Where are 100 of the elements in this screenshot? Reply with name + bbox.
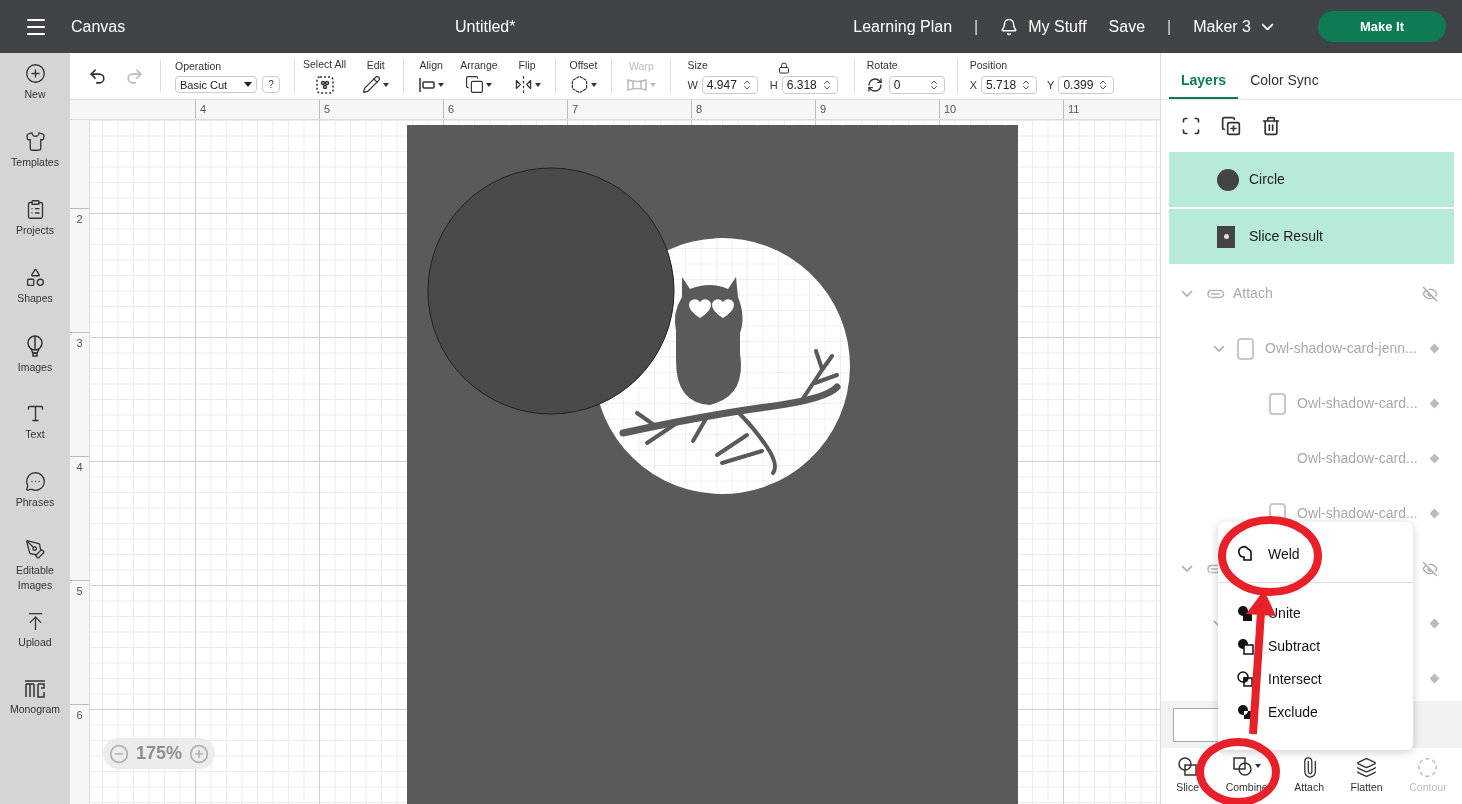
layer-name: Owl-shadow-card-jenn... bbox=[1265, 339, 1417, 358]
flatten-icon bbox=[1356, 756, 1378, 778]
flip-icon bbox=[513, 75, 533, 95]
layer-name: Slice Result bbox=[1249, 227, 1323, 246]
separator: | bbox=[1167, 16, 1172, 37]
toolbar-tool[interactable]: Arrange bbox=[452, 57, 506, 95]
layer-action-button[interactable]: Attach bbox=[1294, 756, 1324, 796]
warp-icon bbox=[626, 76, 649, 93]
delete-icon[interactable] bbox=[1261, 116, 1281, 136]
help-button[interactable]: ? bbox=[262, 76, 280, 94]
monogram-icon bbox=[23, 679, 47, 699]
chevron-down-icon bbox=[1261, 22, 1274, 31]
slice-thumbnail bbox=[1217, 225, 1235, 248]
toolbar-tool[interactable]: Offset bbox=[561, 57, 606, 95]
card-mat[interactable] bbox=[407, 125, 1018, 804]
make-it-button[interactable]: Make It bbox=[1318, 11, 1446, 42]
ruler-label: 7 bbox=[572, 103, 579, 115]
rotate-label: Rotate bbox=[866, 58, 899, 74]
document-title: Untitled* bbox=[455, 16, 516, 37]
toolbar-tool[interactable]: Select All bbox=[295, 57, 355, 95]
separator: | bbox=[974, 16, 979, 37]
sidebar-item[interactable]: Text bbox=[0, 403, 70, 471]
menu-item[interactable]: Subtract bbox=[1218, 630, 1413, 663]
y-label: Y bbox=[1047, 77, 1055, 93]
ruler-label: 9 bbox=[820, 103, 827, 115]
x-label: X bbox=[969, 77, 978, 93]
rotate-field[interactable]: 0 bbox=[888, 75, 945, 94]
sidebar-item[interactable]: New bbox=[0, 63, 70, 131]
menu-item[interactable]: Intersect bbox=[1218, 663, 1413, 696]
nav-link[interactable]: My Stuff bbox=[1028, 14, 1087, 39]
sidebar-item[interactable]: Shapes bbox=[0, 267, 70, 335]
add-icon bbox=[24, 63, 46, 84]
ruler-label: 10 bbox=[944, 103, 957, 115]
undo-icon[interactable] bbox=[88, 66, 107, 86]
nav-link[interactable]: Save bbox=[1108, 14, 1146, 39]
branch-drawing[interactable] bbox=[619, 349, 841, 475]
sidebar-item[interactable]: Templates bbox=[0, 131, 70, 199]
shirt-icon bbox=[24, 131, 46, 152]
toolbar-tool[interactable]: Flip bbox=[505, 57, 549, 95]
layer-action-button[interactable]: Combine bbox=[1225, 756, 1268, 796]
menu-item[interactable]: Exclude bbox=[1218, 696, 1413, 729]
app-title: Canvas bbox=[71, 16, 126, 37]
group-icon[interactable] bbox=[1181, 116, 1201, 136]
ruler-label: 5 bbox=[76, 585, 83, 597]
layer-row[interactable]: Circle bbox=[1169, 152, 1454, 207]
shapes-icon bbox=[24, 267, 46, 288]
balloon-icon bbox=[25, 335, 45, 357]
ruler-label: 6 bbox=[448, 103, 455, 115]
combine-icon bbox=[1231, 756, 1262, 779]
ruler-label: 4 bbox=[76, 461, 83, 473]
pen-tool-icon bbox=[24, 539, 46, 560]
lock-icon[interactable] bbox=[777, 61, 790, 74]
layer-name: Owl-shadow-card... bbox=[1297, 449, 1418, 468]
contour-icon bbox=[1417, 756, 1439, 778]
ruler-label: 5 bbox=[324, 103, 331, 115]
machine-dropdown[interactable]: Maker 3 bbox=[1193, 14, 1274, 39]
layer-name: Owl-shadow-card... bbox=[1297, 504, 1418, 523]
select-all-icon bbox=[314, 74, 335, 95]
owl-drawing[interactable] bbox=[674, 277, 743, 405]
color-swatch[interactable] bbox=[1173, 707, 1219, 742]
pencil-icon bbox=[362, 75, 382, 95]
operation-dropdown[interactable]: Basic Cut bbox=[175, 76, 257, 94]
y-field[interactable]: 0.399 bbox=[1058, 75, 1115, 94]
sidebar-item[interactable]: Monogram bbox=[0, 679, 70, 747]
width-field[interactable]: 4.947 bbox=[701, 75, 758, 94]
sidebar-item[interactable]: Editable Images bbox=[0, 539, 70, 611]
bell-icon[interactable] bbox=[1000, 17, 1019, 36]
subtract-icon bbox=[1236, 636, 1256, 657]
layer-name: Circle bbox=[1249, 170, 1285, 189]
operation-label: Operation bbox=[175, 58, 223, 74]
position-label: Position bbox=[969, 58, 1009, 74]
panel-tab[interactable]: Layers bbox=[1169, 63, 1239, 99]
rotate-icon bbox=[866, 76, 883, 93]
layer-action-button[interactable]: Slice bbox=[1176, 756, 1200, 796]
toolbar-tool[interactable]: Align bbox=[410, 58, 453, 94]
offset-icon bbox=[569, 75, 589, 95]
height-field[interactable]: 6.318 bbox=[781, 75, 838, 94]
sidebar-item[interactable]: Upload bbox=[0, 611, 70, 679]
zoom-level: 175% bbox=[135, 742, 182, 765]
sidebar-item[interactable]: Phrases bbox=[0, 471, 70, 539]
size-label: Size bbox=[687, 58, 708, 74]
layer-name: Attach bbox=[1233, 284, 1273, 303]
sidebar-item[interactable]: Images bbox=[0, 335, 70, 403]
width-label: W bbox=[687, 77, 698, 93]
intersect-icon bbox=[1236, 669, 1256, 690]
sidebar-item[interactable]: Projects bbox=[0, 199, 70, 267]
ruler-label: 2 bbox=[76, 213, 83, 225]
ruler-label: 3 bbox=[76, 337, 83, 349]
panel-tab[interactable]: Color Sync bbox=[1238, 63, 1331, 99]
circle-shape[interactable] bbox=[427, 167, 675, 415]
arrange-icon bbox=[465, 75, 485, 95]
toolbar-tool[interactable]: Edit bbox=[354, 57, 398, 95]
duplicate-icon[interactable] bbox=[1221, 116, 1241, 136]
layer-row[interactable]: Slice Result bbox=[1169, 209, 1454, 264]
paperclip-icon bbox=[1205, 288, 1225, 299]
nav-link[interactable]: Learning Plan bbox=[853, 14, 953, 39]
layer-action-button[interactable]: Flatten bbox=[1350, 756, 1383, 796]
slice-icon bbox=[1176, 756, 1199, 779]
image-thumbnail bbox=[1237, 337, 1254, 360]
x-field[interactable]: 5.718 bbox=[981, 75, 1038, 94]
